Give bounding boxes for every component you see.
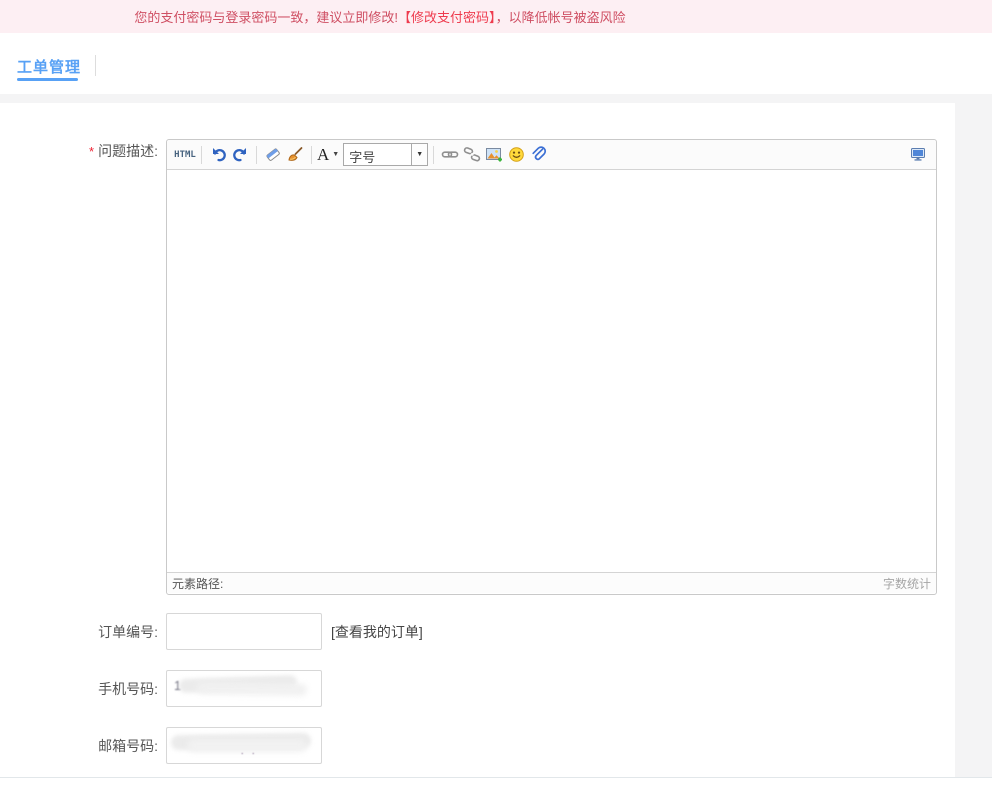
html-source-label: HTML [174, 150, 196, 160]
editor-content-area[interactable] [167, 170, 936, 572]
tab-separator [95, 55, 96, 76]
editor-statusbar: 元素路径: 字数统计 [167, 572, 936, 593]
font-size-select[interactable]: 字号 ▼ [343, 143, 428, 166]
font-style-button[interactable]: A ▼ [317, 144, 339, 166]
format-painter-button[interactable] [284, 144, 306, 166]
insert-attachment-button[interactable] [527, 144, 549, 166]
warning-text-before: 您的支付密码与登录密码一致，建议立即修改! [134, 10, 398, 25]
security-warning-banner: 您的支付密码与登录密码一致，建议立即修改!【修改支付密码】，以降低帐号被盗风险 [0, 0, 992, 33]
html-source-button[interactable]: HTML [174, 144, 196, 166]
email-input[interactable]: . . [166, 727, 322, 764]
redo-icon [232, 146, 249, 163]
image-icon [485, 146, 503, 163]
font-size-value: 字号 [344, 144, 411, 165]
fullscreen-monitor-icon [909, 146, 927, 163]
link-icon [441, 146, 459, 163]
required-asterisk: * [89, 144, 94, 159]
eraser-button[interactable] [262, 144, 284, 166]
tab-bar: 工单管理 [0, 33, 992, 94]
work-order-form-panel: * 问题描述: HTML [0, 103, 955, 777]
active-tab-underline [17, 78, 78, 81]
insert-emoticon-button[interactable] [505, 144, 527, 166]
toolbar-separator [433, 146, 434, 164]
undo-icon [210, 146, 227, 163]
emoji-icon [508, 146, 525, 163]
view-my-orders-link[interactable]: [查看我的订单] [331, 622, 423, 642]
redo-button[interactable] [229, 144, 251, 166]
description-label: * 问题描述: [0, 141, 158, 161]
background-band [0, 94, 992, 103]
description-label-text: 问题描述: [98, 143, 158, 159]
order-number-label: 订单编号: [0, 622, 158, 642]
undo-button[interactable] [207, 144, 229, 166]
change-pay-password-link[interactable]: 【修改支付密码】 [398, 10, 496, 25]
chevron-down-icon: ▼ [332, 151, 339, 158]
remove-link-button[interactable] [461, 144, 483, 166]
panel-bottom-divider [0, 777, 992, 778]
email-label: 邮箱号码: [0, 736, 158, 756]
insert-link-button[interactable] [439, 144, 461, 166]
security-warning-text: 您的支付密码与登录密码一致，建议立即修改!【修改支付密码】，以降低帐号被盗风险 [0, 7, 760, 26]
editor-toolbar: HTML [167, 140, 936, 170]
redacted-value-smudge [197, 682, 307, 696]
email-visible-hint: . . [241, 746, 258, 756]
chevron-down-icon: ▼ [411, 144, 427, 165]
format-painter-icon [286, 146, 304, 163]
rich-text-editor: HTML [166, 139, 937, 595]
page: 您的支付密码与登录密码一致，建议立即修改!【修改支付密码】，以降低帐号被盗风险 … [0, 0, 992, 787]
word-count-label: 字数统计 [883, 575, 931, 592]
fullscreen-button[interactable] [907, 144, 929, 166]
warning-text-after: ，以降低帐号被盗风险 [496, 10, 626, 25]
toolbar-separator [311, 146, 312, 164]
insert-image-button[interactable] [483, 144, 505, 166]
toolbar-separator [201, 146, 202, 164]
unlink-icon [463, 146, 481, 163]
paperclip-icon [530, 146, 547, 163]
eraser-icon [264, 146, 282, 163]
order-number-input[interactable] [166, 613, 322, 650]
background-right-gutter [955, 103, 992, 777]
phone-number-input[interactable]: 1 [166, 670, 322, 707]
tab-work-order-management[interactable]: 工单管理 [17, 56, 81, 77]
toolbar-separator [256, 146, 257, 164]
font-style-label: A [317, 145, 329, 165]
element-path-label: 元素路径: [172, 575, 223, 592]
phone-number-label: 手机号码: [0, 679, 158, 699]
